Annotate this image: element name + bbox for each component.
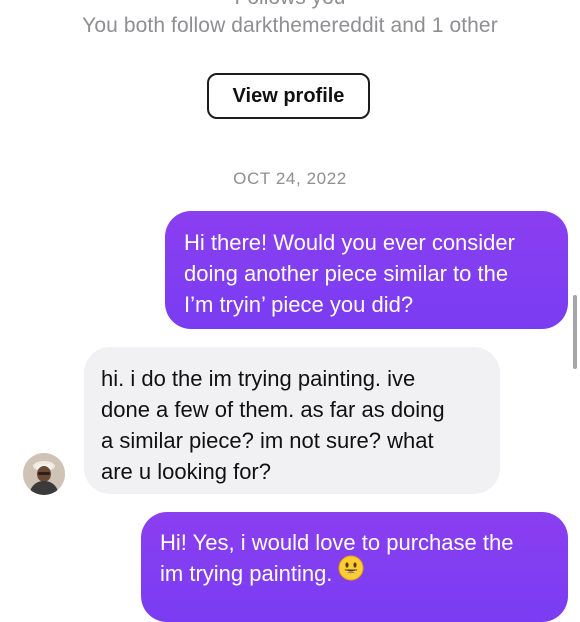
message-line: hi. i do the im trying painting. ive	[101, 366, 416, 391]
message-line: doing another piece similar to the	[184, 261, 509, 286]
view-profile-button[interactable]: View profile	[207, 73, 370, 119]
scrollbar[interactable]	[573, 295, 577, 369]
message-line: Hi! Yes, i would love to purchase the	[160, 530, 514, 555]
message-line: a similar piece? im not sure? what	[101, 428, 434, 453]
message-line: Hi there! Would you ever consider	[184, 230, 515, 255]
message-line: im trying painting.	[160, 561, 333, 586]
message-line: done a few of them. as far as doing	[101, 397, 445, 422]
follows-you-label: Follows you	[0, 0, 580, 10]
sent-message-bubble[interactable]: Hi! Yes, i would love to purchase the im…	[141, 512, 568, 622]
date-separator: OCT 24, 2022	[233, 169, 347, 188]
profile-avatar[interactable]	[23, 453, 65, 495]
received-message-bubble[interactable]: hi. i do the im trying painting. ive don…	[84, 347, 500, 494]
mutual-follow-text: You both follow darkthemereddit and 1 ot…	[82, 14, 498, 37]
message-line: I’m tryin’ piece you did?	[184, 292, 414, 317]
message-line: are u looking for?	[101, 459, 271, 484]
avatar-photo-icon	[23, 453, 65, 495]
smiling-face-emoji-icon	[338, 555, 364, 589]
sent-message-bubble[interactable]: Hi there! Would you ever consider doing …	[165, 211, 568, 329]
